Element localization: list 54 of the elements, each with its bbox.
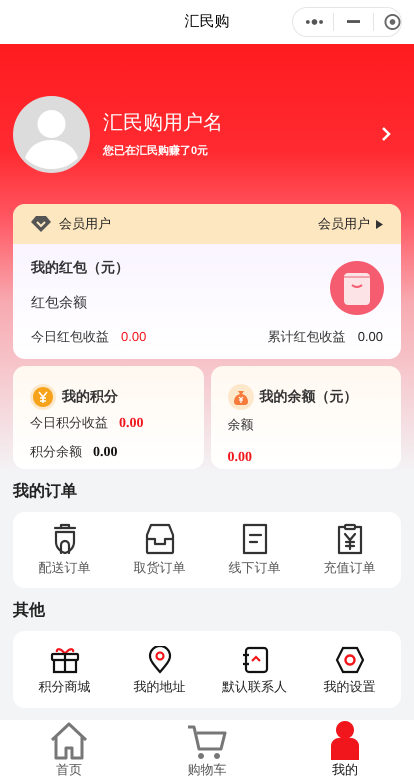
settings-icon (334, 646, 364, 674)
menu-item[interactable]: 充值订单 (302, 522, 397, 577)
cart-icon (187, 724, 227, 760)
points-balance-label: 积分余额 (30, 443, 82, 462)
username: 汇民购用户名 (103, 110, 224, 136)
close-icon[interactable] (384, 13, 401, 31)
menu-item[interactable]: 默认联系人 (207, 642, 302, 696)
earnings-summary: 您已在汇民购赚了0元 (103, 144, 210, 159)
today-bonus-value: 0.00 (121, 328, 146, 346)
today-points-value: 0.00 (119, 414, 144, 432)
menu-item[interactable]: 我的地址 (112, 642, 207, 696)
total-bonus-value: 0.00 (358, 328, 383, 346)
location-pin-icon (148, 646, 172, 674)
minimize-icon[interactable] (346, 20, 360, 24)
tab[interactable]: 首页 (0, 720, 138, 780)
triangle-right-icon[interactable] (376, 220, 383, 228)
tab[interactable]: 我的 (276, 720, 414, 780)
menu-item[interactable]: 积分商城 (17, 642, 112, 696)
contact-book-icon (240, 646, 268, 674)
gift-icon (50, 646, 80, 674)
coin-icon (30, 384, 56, 410)
inbox-icon (144, 522, 174, 554)
scooter-icon (52, 522, 78, 554)
menu-item[interactable]: 我的设置 (302, 642, 397, 696)
user-icon (329, 720, 361, 760)
today-points-label: 今日积分收益 (30, 414, 108, 432)
window-title: 汇民购 (184, 12, 230, 32)
points-balance-value: 0.00 (93, 444, 118, 462)
section-heading: 我的订单 (13, 482, 77, 500)
money-bag-icon (228, 384, 254, 410)
section-heading: 其他 (13, 602, 45, 619)
points-title: 我的积分 (62, 387, 118, 406)
balance-label: 余额 (228, 416, 254, 432)
balance-title: 我的余额（元） (260, 387, 358, 406)
tab[interactable]: 购物车 (138, 720, 276, 780)
today-bonus-label: 今日红包收益 (31, 328, 109, 346)
avatar-icon[interactable] (13, 96, 90, 172)
envelope-icon (330, 261, 384, 315)
menu-item[interactable]: 配送订单 (17, 522, 112, 577)
balance-value: 0.00 (228, 450, 252, 464)
member-level-link[interactable]: 会员用户 (318, 214, 370, 234)
home-icon (49, 722, 89, 760)
chevron-right-icon[interactable] (381, 126, 391, 142)
menu-item[interactable]: 取货订单 (112, 522, 207, 577)
wallet-title: 我的红包（元） (31, 258, 130, 277)
member-label: 会员用户 (59, 215, 111, 234)
diamond-icon (31, 215, 51, 233)
document-icon (240, 522, 268, 554)
clipboard-yen-icon (336, 522, 364, 554)
total-bonus-label: 累计红包收益 (268, 328, 346, 346)
capsule-menu[interactable] (292, 7, 402, 37)
menu-item[interactable]: 线下订单 (207, 522, 302, 577)
more-icon[interactable] (305, 18, 324, 26)
wallet-balance-label: 红包余额 (31, 293, 88, 312)
